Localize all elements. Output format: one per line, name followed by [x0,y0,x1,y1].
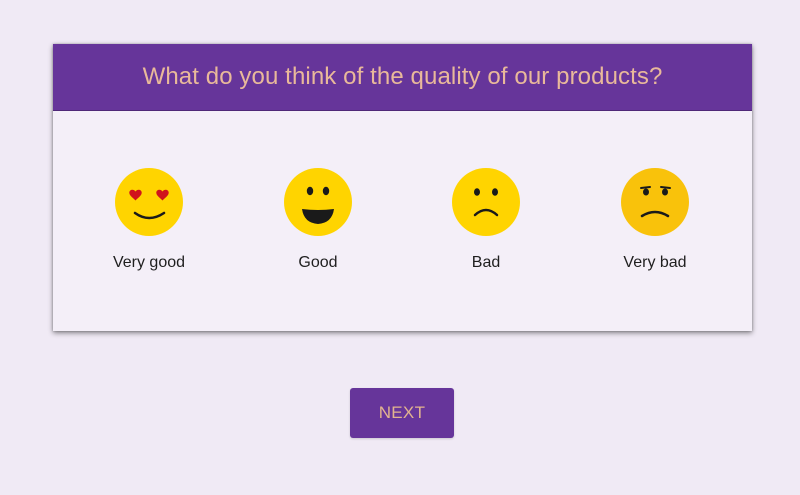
angry-face-icon [621,168,689,236]
option-very-good[interactable]: Very good [79,167,219,272]
survey-page: What do you think of the quality of our … [0,0,800,495]
option-label: Bad [471,254,501,271]
heart-eyes-face-icon [115,168,183,236]
option-very-bad[interactable]: Very bad [585,167,725,272]
option-bad[interactable]: Bad [416,167,556,272]
question-title: What do you think of the quality of our … [142,63,663,90]
rating-options: Very good Good Bad Very bad [53,111,752,331]
smiling-face-icon [284,168,352,236]
question-header: What do you think of the quality of our … [53,44,752,111]
frowning-face-icon [452,168,520,236]
option-label: Good [298,254,338,271]
next-button[interactable]: NEXT [350,388,454,438]
option-label: Very bad [623,254,687,271]
option-label: Very good [112,254,186,271]
question-card: What do you think of the quality of our … [53,44,752,331]
option-good[interactable]: Good [248,167,388,272]
